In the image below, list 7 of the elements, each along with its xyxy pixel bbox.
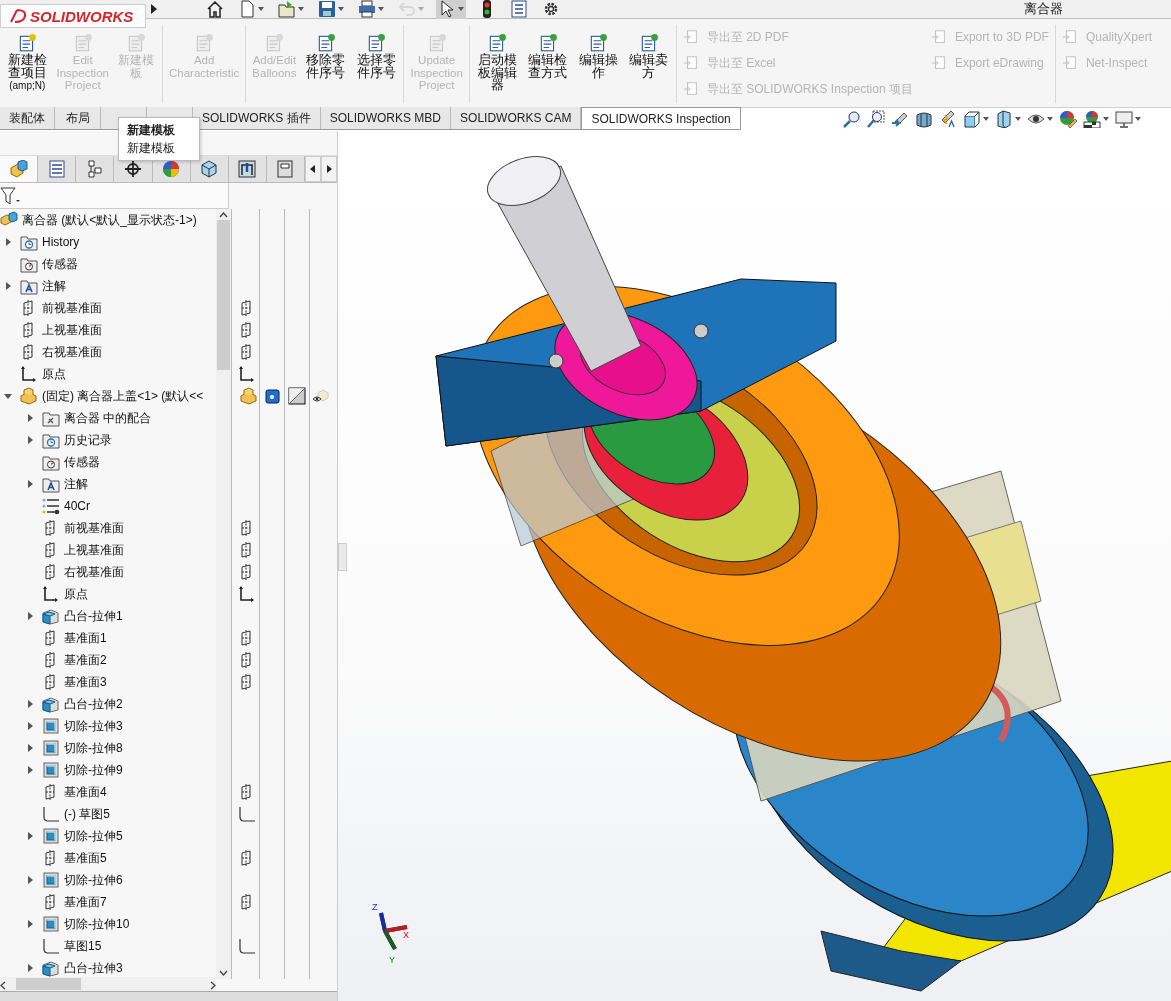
axis-label: Z (372, 902, 378, 912)
axis-label: Y (389, 955, 395, 965)
tooltip-title: 新建模板 (127, 122, 176, 139)
axis-label: X (403, 930, 409, 940)
app-logo: SOLIDWORKS (0, 4, 146, 28)
tooltip-text: 新建模板 (127, 141, 175, 155)
document-title: 离合器 (1024, 0, 1063, 18)
